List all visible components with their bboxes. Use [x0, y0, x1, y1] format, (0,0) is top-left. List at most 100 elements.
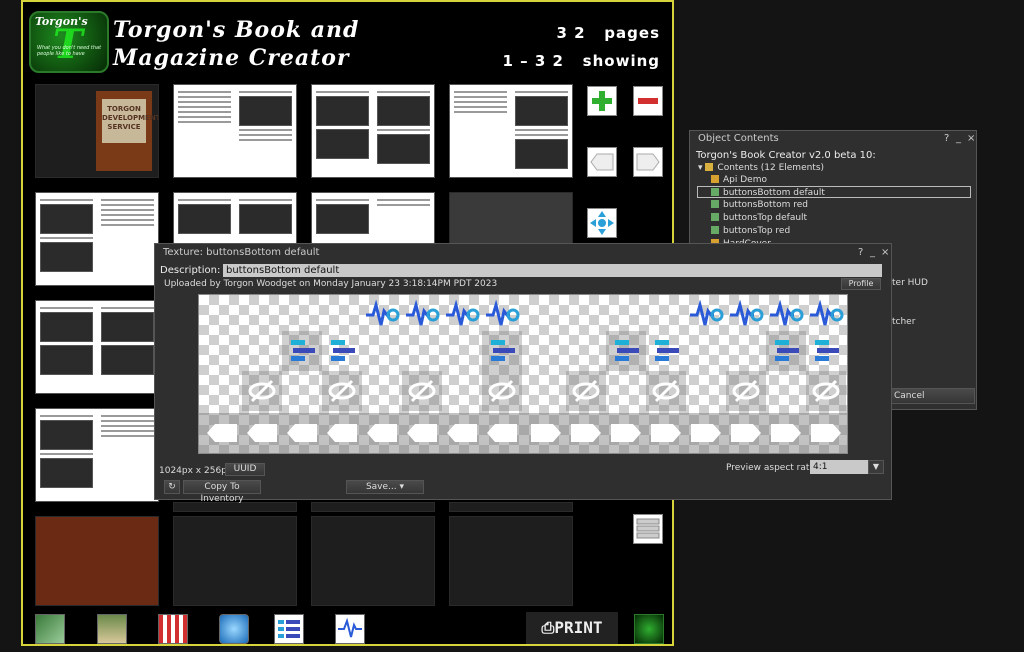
- texture-dimensions: 1024px x 256px: [159, 466, 233, 476]
- page-thumb-16[interactable]: [449, 502, 573, 512]
- refresh-button[interactable]: ↻: [164, 480, 180, 494]
- printer-icon: ⎙: [541, 618, 555, 637]
- list-item[interactable]: buttonsTop red: [711, 225, 790, 237]
- right-arrow-icon: [636, 153, 660, 171]
- close-icon[interactable]: ×: [967, 133, 975, 144]
- page-thumb-8[interactable]: [449, 192, 573, 249]
- page-thumb-13[interactable]: [35, 408, 159, 502]
- api-icon: [686, 295, 726, 335]
- profile-button[interactable]: Profile: [841, 278, 881, 290]
- chevron-down-icon: ▼: [872, 462, 880, 471]
- page-thumb-19[interactable]: [311, 516, 435, 606]
- list-item[interactable]: buttonsBottom red: [711, 199, 808, 211]
- description-field[interactable]: buttonsBottom default: [223, 264, 882, 277]
- page-thumb-9[interactable]: [35, 300, 159, 394]
- refresh-icon: ↻: [168, 482, 176, 492]
- close-icon[interactable]: ×: [881, 247, 889, 258]
- eye-slash-icon: [646, 371, 686, 411]
- buttons-list-icon: [322, 331, 362, 371]
- buttons-list-icon: [646, 331, 686, 371]
- page-thumb-1[interactable]: TORGON DEVELOPMENT SERVICE: [35, 84, 159, 178]
- page-thumb-4[interactable]: [449, 84, 573, 178]
- book-icon[interactable]: [97, 614, 127, 644]
- move-button[interactable]: [587, 208, 617, 238]
- right-arrow-icon: [766, 413, 806, 453]
- showing-range: 1 – 3 2 showing: [503, 52, 660, 70]
- page-thumb-20[interactable]: [449, 516, 573, 606]
- previous-button[interactable]: [587, 147, 617, 177]
- minus-icon: [638, 98, 658, 104]
- list-item-partial[interactable]: tcher: [892, 316, 915, 328]
- help-icon[interactable]: ?: [944, 133, 949, 144]
- folder-icon: [705, 163, 714, 171]
- remove-page-button[interactable]: [633, 86, 663, 116]
- next-button[interactable]: [633, 147, 663, 177]
- uuid-button[interactable]: UUID: [225, 463, 265, 476]
- pages-label: pages: [604, 24, 660, 42]
- contents-folder[interactable]: ▾ Contents (12 Elements): [698, 162, 824, 174]
- torgon-small-logo[interactable]: [634, 614, 664, 644]
- help-icon[interactable]: ?: [858, 247, 863, 258]
- buttons-list-icon: [766, 331, 806, 371]
- buttons-list-icon[interactable]: [274, 614, 304, 644]
- buttons-list-icon: [482, 331, 522, 371]
- eye-slash-icon: [566, 371, 606, 411]
- list-item[interactable]: buttonsTop default: [711, 212, 807, 224]
- page-thumb-17[interactable]: [35, 516, 159, 606]
- globe-icon[interactable]: [219, 614, 249, 644]
- page-thumb-7[interactable]: [311, 192, 435, 249]
- page-thumb-3[interactable]: [311, 84, 435, 178]
- left-arrow-icon: [242, 413, 282, 453]
- copy-to-inventory-button[interactable]: Copy To Inventory: [183, 480, 261, 504]
- texture-icon: [711, 226, 719, 234]
- description-label: Description:: [160, 265, 221, 276]
- print-button[interactable]: ⎙PRINT: [526, 612, 618, 644]
- left-arrow-icon: [322, 413, 362, 453]
- aspect-ratio-label: Preview aspect ratio: [726, 463, 818, 473]
- api-icon: [442, 295, 482, 335]
- right-arrow-icon: [806, 413, 846, 453]
- left-arrow-icon: [442, 413, 482, 453]
- eye-slash-icon: [322, 371, 362, 411]
- upload-info: Uploaded by Torgon Woodget on Monday Jan…: [164, 279, 498, 289]
- object-name: Torgon's Book Creator v2.0 beta 10:: [696, 150, 876, 161]
- list-item-selected[interactable]: buttonsBottom default: [697, 186, 971, 198]
- minimize-icon[interactable]: _: [870, 247, 875, 258]
- texture-icon: [711, 213, 719, 221]
- minimize-icon[interactable]: _: [956, 133, 961, 144]
- api-icon: [806, 295, 846, 335]
- list-item-partial[interactable]: ter HUD: [892, 277, 928, 289]
- eye-slash-icon: [242, 371, 282, 411]
- aspect-ratio-select[interactable]: 4:1: [810, 460, 868, 474]
- aspect-dropdown-button[interactable]: ▼: [868, 460, 884, 474]
- store-icon[interactable]: [158, 614, 188, 644]
- showing-label: showing: [582, 52, 660, 70]
- api-icon[interactable]: [335, 614, 365, 644]
- right-arrow-icon: [686, 413, 726, 453]
- object-contents-title: Object Contents: [698, 133, 779, 144]
- page-thumb-6[interactable]: [173, 192, 297, 249]
- right-arrow-icon: [646, 413, 686, 453]
- texture-preview-window: Texture: buttonsBottom default ? _ × Des…: [154, 243, 892, 504]
- right-arrow-icon: [606, 413, 646, 453]
- list-item[interactable]: Api Demo: [711, 174, 767, 186]
- add-page-button[interactable]: [587, 86, 617, 116]
- eye-slash-icon: [726, 371, 766, 411]
- landscape-icon[interactable]: [35, 614, 65, 644]
- save-button[interactable]: Save... ▾: [346, 480, 424, 494]
- texture-image: [198, 294, 848, 454]
- cancel-button[interactable]: Cancel: [891, 388, 975, 404]
- cover-text: TORGON DEVELOPMENT SERVICE: [102, 99, 158, 143]
- page-thumb-5[interactable]: [35, 192, 159, 286]
- page-thumb-15[interactable]: [311, 502, 435, 512]
- expand-triangle-icon: ▾: [698, 163, 703, 173]
- eye-slash-icon: [402, 371, 442, 411]
- page-thumb-18[interactable]: [173, 516, 297, 606]
- title-line-1: Torgon's Book and: [113, 17, 360, 43]
- api-icon: [482, 295, 522, 335]
- api-icon: [766, 295, 806, 335]
- left-arrow-icon: [282, 413, 322, 453]
- page-thumb-2[interactable]: [173, 84, 297, 178]
- api-icon: [726, 295, 766, 335]
- list-button[interactable]: [633, 514, 663, 544]
